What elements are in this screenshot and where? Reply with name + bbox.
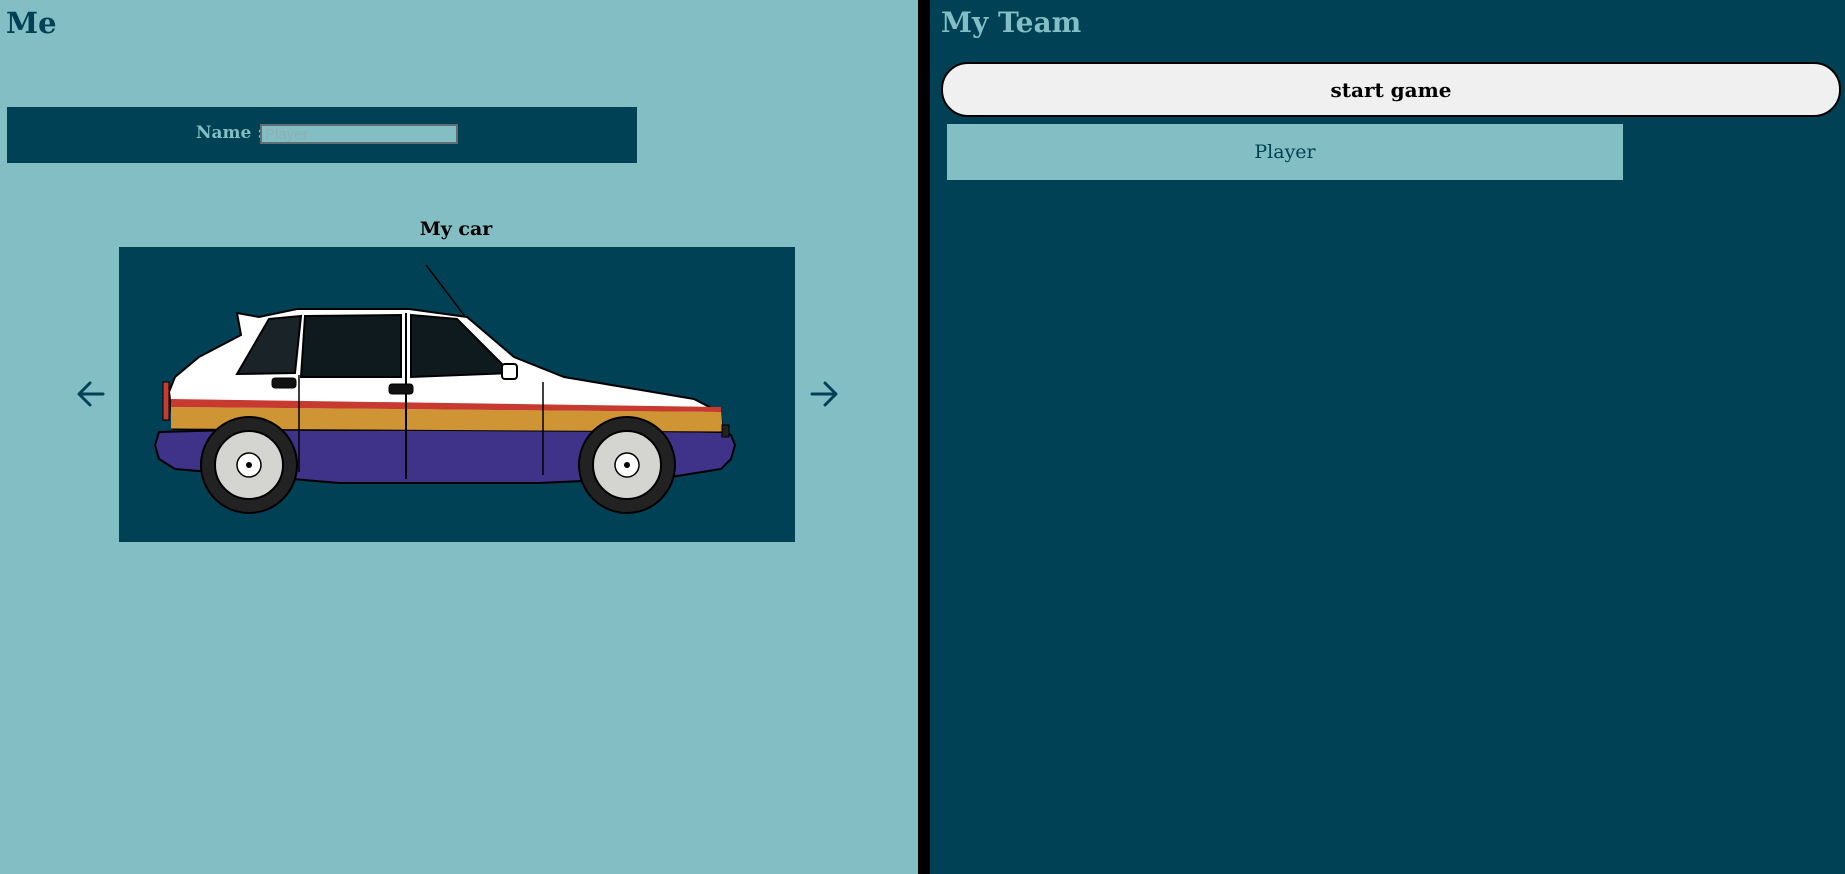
name-label: Name : — [196, 123, 264, 143]
team-player-item: Player — [947, 124, 1623, 180]
car-preview — [119, 247, 795, 542]
arrow-left-icon[interactable] — [73, 376, 109, 412]
team-title: My Team — [941, 6, 1082, 39]
arrow-right-icon[interactable] — [806, 376, 842, 412]
me-panel: Me Name : My car — [0, 0, 918, 874]
name-input[interactable] — [260, 124, 458, 144]
name-form: Name : — [7, 107, 637, 163]
start-game-button[interactable]: start game — [941, 62, 1841, 117]
car-title: My car — [419, 218, 493, 240]
car-image — [153, 264, 737, 514]
panel-divider — [918, 0, 930, 874]
me-title: Me — [6, 6, 57, 40]
